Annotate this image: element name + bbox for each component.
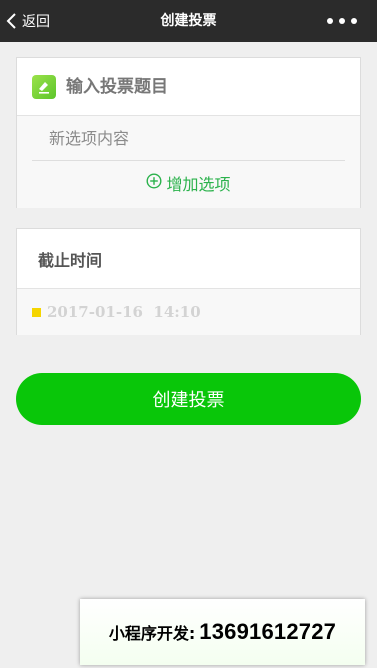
- deadline-header: 截止时间: [17, 229, 360, 289]
- promo-phone: 13691612727: [199, 619, 337, 644]
- deadline-value: 2017-01-16 14:10: [47, 303, 201, 321]
- add-option-label: 增加选项: [166, 175, 231, 194]
- deadline-picker[interactable]: 2017-01-16 14:10: [17, 289, 360, 335]
- promo-banner: 小程序开发: 13691612727: [80, 599, 365, 665]
- options-area: 增加选项: [17, 116, 360, 208]
- deadline-marker: [32, 307, 41, 317]
- navigation-bar: 返回 创建投票: [0, 0, 377, 42]
- promo-label: 小程序开发:: [108, 624, 196, 643]
- deadline-card: 截止时间 2017-01-16 14:10: [16, 228, 361, 335]
- vote-title-input[interactable]: [66, 76, 326, 97]
- vote-content-card: 增加选项: [16, 57, 361, 208]
- create-vote-page: 返回 创建投票 输入投票题目 新选项内容 增加选项 截止时间 2017-01-1…: [0, 0, 377, 668]
- vote-title-row: [17, 58, 360, 116]
- more-dots-icon[interactable]: [327, 0, 357, 42]
- create-vote-label: 创建投票: [152, 390, 225, 410]
- option-divider: [32, 160, 345, 161]
- deadline-label: 截止时间: [38, 250, 103, 270]
- vote-edit-icon: [32, 74, 56, 99]
- create-vote-button[interactable]: 创建投票: [16, 373, 361, 425]
- add-option-button[interactable]: 增加选项: [17, 170, 360, 196]
- page-title: 创建投票: [160, 13, 217, 29]
- new-option-input[interactable]: [49, 126, 309, 151]
- plus-circle-icon: [146, 173, 162, 193]
